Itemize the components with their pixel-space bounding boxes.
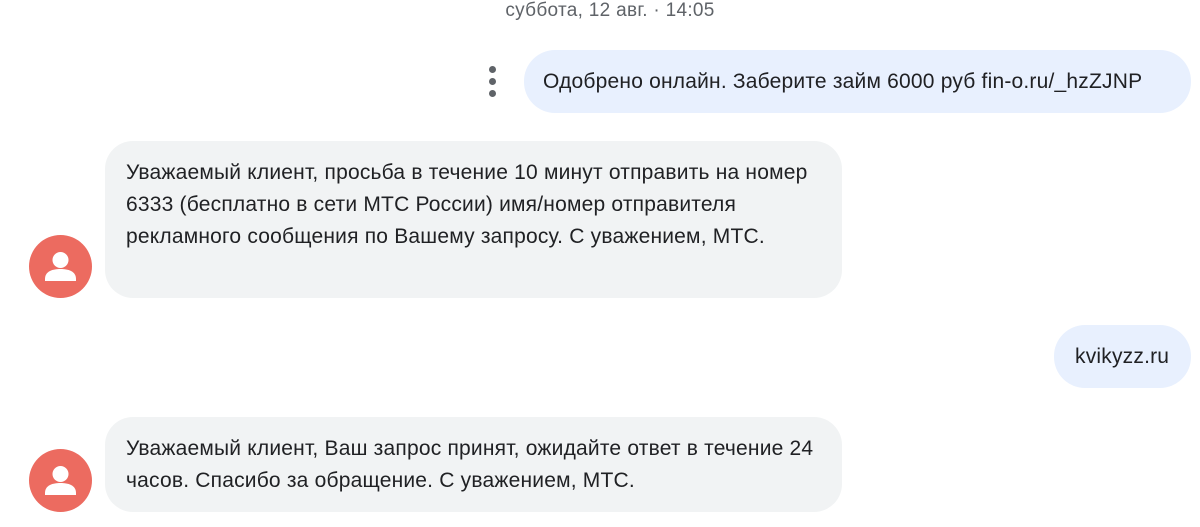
more-options-icon[interactable]: [483, 66, 503, 98]
incoming-message-bubble[interactable]: Уважаемый клиент, Ваш запрос принят, ожи…: [105, 417, 842, 512]
person-icon: [45, 466, 76, 495]
person-icon: [45, 252, 76, 281]
more-dot: [489, 66, 496, 73]
sender-avatar[interactable]: [29, 449, 92, 512]
sender-avatar[interactable]: [29, 235, 92, 298]
incoming-message-bubble[interactable]: Уважаемый клиент, просьба в течение 10 м…: [105, 141, 842, 298]
date-separator: суббота, 12 авг. · 14:05: [505, 0, 715, 21]
conversation-view: суббота, 12 авг. · 14:05 Одобрено онлайн…: [0, 0, 1200, 527]
more-dot: [489, 90, 496, 97]
outgoing-message-bubble[interactable]: kvikyzz.ru: [1054, 325, 1191, 388]
outgoing-message-bubble[interactable]: Одобрено онлайн. Заберите займ 6000 руб …: [524, 50, 1191, 113]
more-dot: [489, 78, 496, 85]
